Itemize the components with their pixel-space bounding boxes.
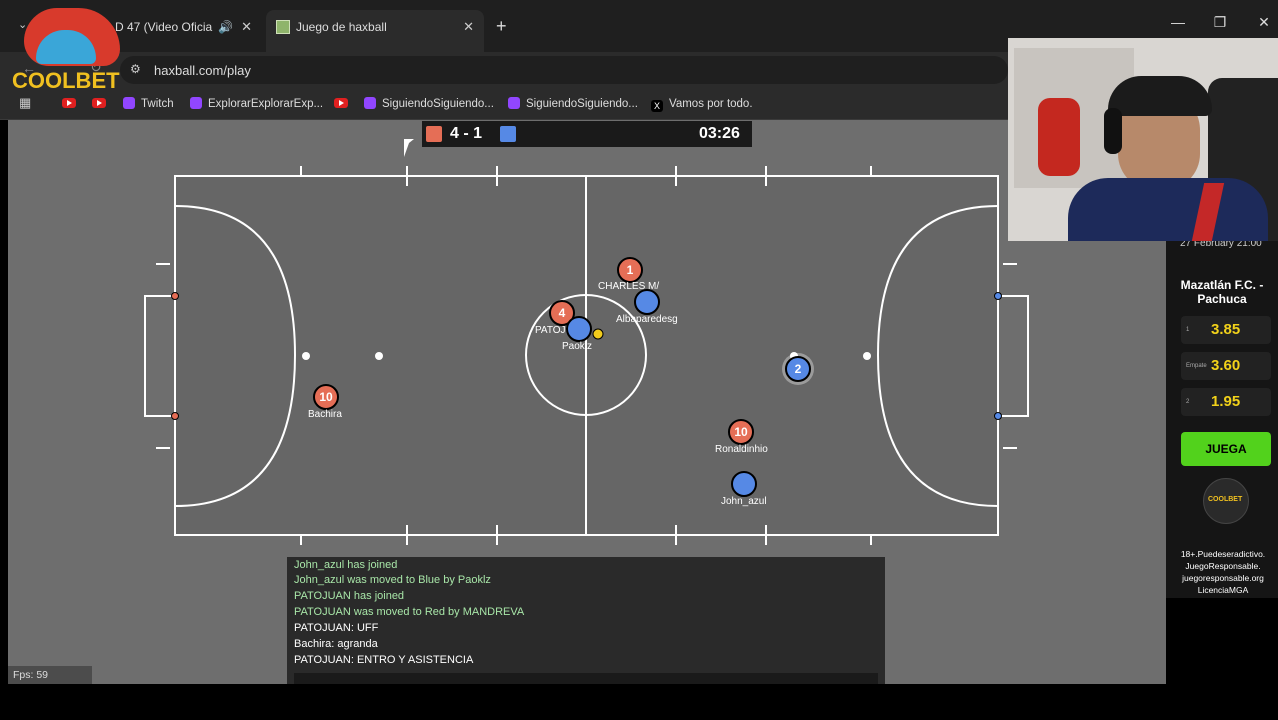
player-number: 2 [794,362,802,376]
chat-line: PATOJUAN was moved to Red by MANDREVA [294,606,525,618]
penalty-spot [302,352,310,360]
streamer-hair [1108,76,1212,116]
juega-button[interactable]: JUEGA [1181,432,1271,466]
microphone-icon [1038,98,1080,176]
player-number: 10 [734,425,748,439]
red-goalpost [171,412,179,420]
streamer-webcam [1008,38,1278,241]
coolbet-overlay-logo: COOLBET [10,8,134,96]
red-team-square [426,126,442,142]
player-red-ronaldinhio: 10 [728,419,754,445]
coolbet-badge-icon: COOLBET [1203,478,1249,524]
blue-goalpost [994,412,1002,420]
minimize-icon[interactable]: — [1168,14,1188,30]
chat-line: John_azul has joined [294,559,398,571]
odds-away[interactable]: 2 1.95 [1181,388,1271,416]
chat-line: Bachira: agranda [294,638,378,650]
player-name: Ronaldinhio [715,444,768,455]
player-blue-john-azul [731,471,757,497]
close-window-icon[interactable]: ✕ [1254,14,1274,31]
player-name: Albaparedesg [616,314,678,325]
penalty-spot [863,352,871,360]
match-timer: 03:26 [699,125,740,142]
player-name: Bachira [308,409,342,420]
chat-line: PATOJUAN has joined [294,590,405,602]
headphones-icon [1104,108,1122,154]
sportsbook-ad[interactable]: 27 February 21:00 Mazatlán F.C. - Pachuc… [1166,238,1278,598]
player-number: 10 [319,390,333,404]
ad-match-title: Mazatlán F.C. - Pachuca [1180,278,1264,306]
ball [592,328,604,340]
player-number: 4 [558,306,566,320]
player-red-1: 1 [617,257,643,283]
player-number: 1 [626,263,634,277]
player-name: John_azul [721,496,767,507]
chat-line: John_azul was moved to Blue by Paoklz [294,574,491,586]
mouse-cursor-icon [404,139,414,157]
chat-line: PATOJUAN: UFF [294,622,379,634]
chat-line: PATOJUAN: ENTRO Y ASISTENCIA [294,654,474,666]
scoreboard: 4 - 1 03:26 [422,121,752,147]
ad-disclaimer: 18+.Puedeseradictivo. JuegoResponsable. … [1180,549,1266,595]
red-goalpost [171,292,179,300]
score-text: 4 - 1 [450,125,483,142]
player-blue-albaparedesg [634,289,660,315]
fps-counter: Fps: 59 [8,666,92,684]
streamer-shirt [1068,178,1268,241]
chat-input[interactable] [294,673,878,684]
chat-panel: John_azul has joined John_azul was moved… [287,557,885,684]
player-name: Paoklz [562,341,593,352]
player-blue-paoklz [566,316,592,342]
blue-goalpost [994,292,1002,300]
restore-icon[interactable]: ❐ [1210,14,1230,31]
blue-team-square [500,126,516,142]
penalty-spot [375,352,383,360]
player-blue-2: 2 [785,356,811,382]
odds-draw[interactable]: Empate 3.60 [1181,352,1271,380]
odds-home[interactable]: 1 3.85 [1181,316,1271,344]
player-red-bachira: 10 [313,384,339,410]
